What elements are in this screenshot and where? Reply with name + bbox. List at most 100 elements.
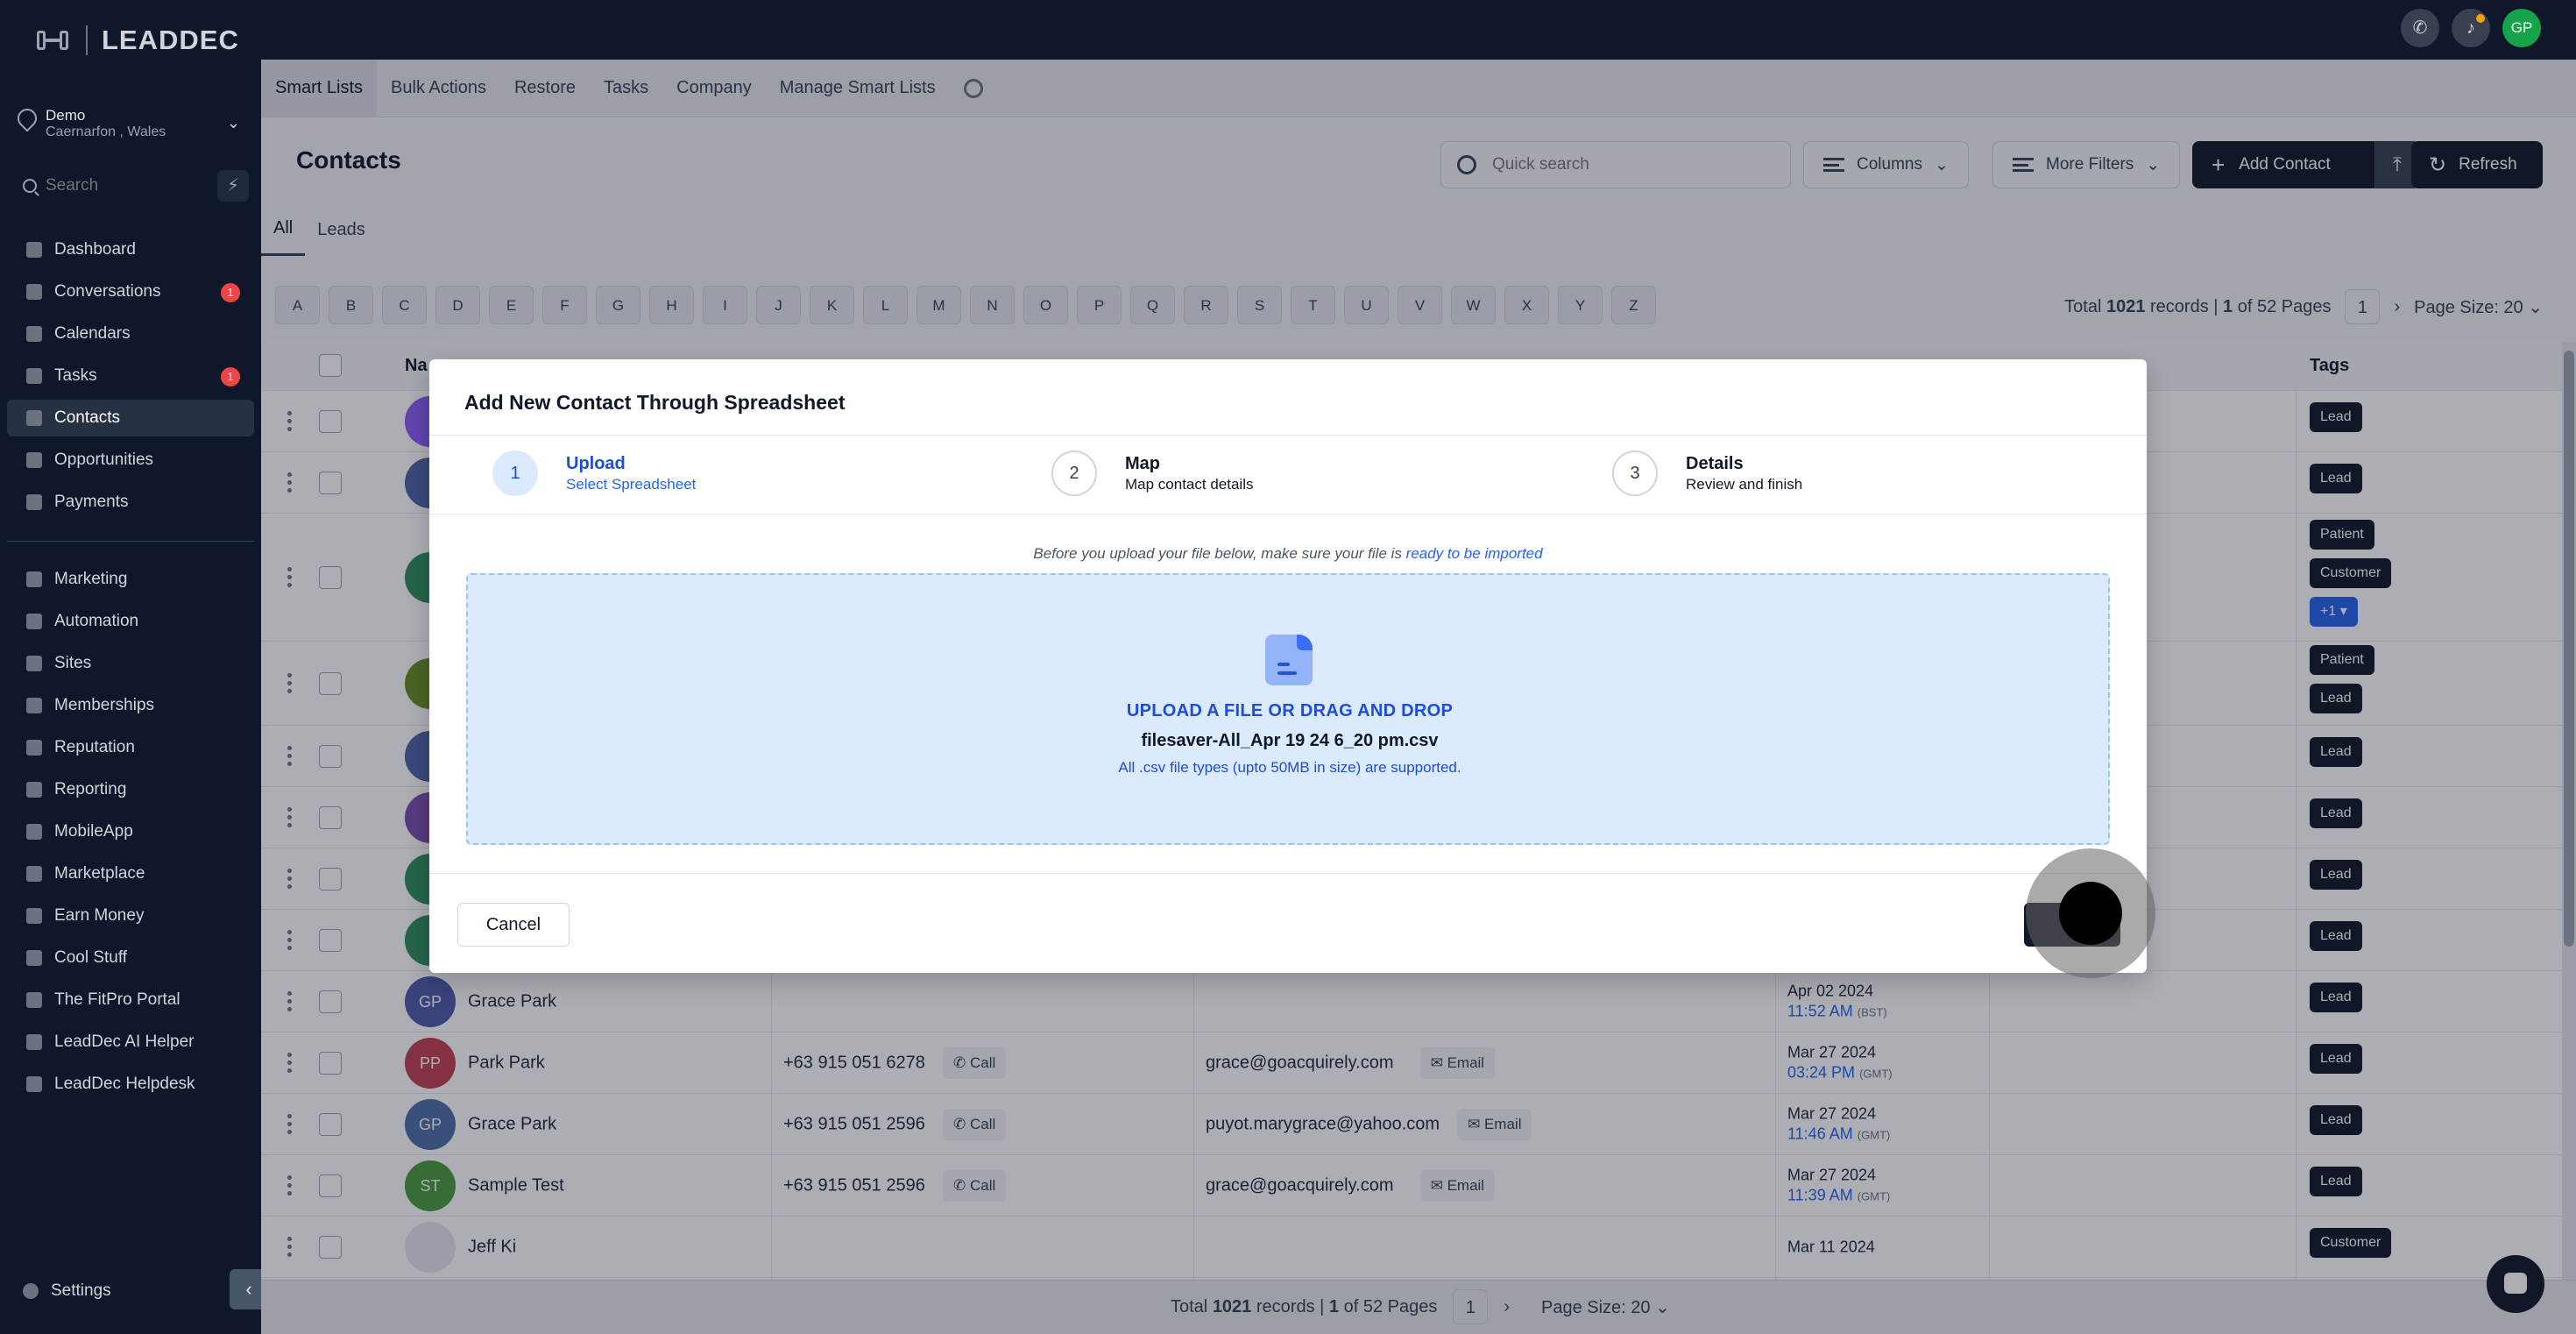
sidebar-item-payments[interactable]: Payments: [7, 484, 254, 521]
sidebar-search-input[interactable]: [46, 176, 212, 195]
step-title: Map: [1125, 453, 1160, 473]
phone-icon[interactable]: ✆: [2401, 9, 2439, 47]
step-upload[interactable]: 1 Upload Select Spreadsheet: [492, 451, 696, 496]
sidebar-nav-primary: Dashboard Conversations 1 Calendars Tasks 1 Co…: [7, 231, 254, 526]
sidebar-item-label: Reporting: [54, 780, 127, 798]
step-title: Upload: [566, 453, 626, 473]
gear-icon: [23, 1283, 39, 1299]
sidebar-item-label: Conversations: [54, 282, 161, 301]
modal-divider: [429, 873, 2147, 874]
count-badge: 1: [221, 367, 240, 387]
modal-divider: [429, 435, 2147, 436]
nav-icon: [26, 740, 42, 756]
sidebar-item-reporting[interactable]: Reporting: [7, 771, 254, 808]
nav-icon: [26, 326, 42, 342]
step-number: 1: [492, 451, 538, 496]
step-subtitle: Map contact details: [1125, 475, 1254, 493]
sidebar: LEADDEC Demo Caernarfon , Wales ⌄ ⚡ Dash…: [0, 0, 268, 1334]
file-dropzone[interactable]: UPLOAD A FILE OR DRAG AND DROP filesaver…: [466, 573, 2110, 845]
sidebar-item-tasks[interactable]: Tasks 1: [7, 358, 254, 394]
sidebar-item-label: Tasks: [54, 366, 97, 385]
sidebar-item-leaddec-ai-helper[interactable]: LeadDec AI Helper: [7, 1024, 254, 1061]
step-number: 3: [1612, 451, 1658, 496]
sidebar-item-label: Opportunities: [54, 451, 154, 469]
logo-divider: [86, 25, 88, 55]
location-sub: Caernarfon , Wales: [46, 124, 166, 139]
sidebar-item-conversations[interactable]: Conversations 1: [7, 273, 254, 310]
nav-icon: [26, 1034, 42, 1050]
user-avatar[interactable]: GP: [2502, 9, 2541, 47]
nav-icon: [26, 698, 42, 713]
sidebar-nav-secondary: Marketing Automation Sites Memberships Reput…: [7, 561, 254, 1108]
step-title: Details: [1686, 453, 1744, 473]
sidebar-item-label: Memberships: [54, 696, 155, 714]
sidebar-item-calendars[interactable]: Calendars: [7, 316, 254, 352]
sidebar-item-label: Cool Stuff: [54, 948, 128, 967]
sidebar-divider: [7, 541, 254, 542]
nav-icon: [26, 950, 42, 966]
brand-logo[interactable]: LEADDEC: [37, 23, 239, 58]
sidebar-item-label: Marketing: [54, 570, 128, 588]
bell-icon[interactable]: ♪: [2452, 9, 2490, 47]
sidebar-item-label: The FitPro Portal: [54, 990, 180, 1009]
sidebar-item-reputation[interactable]: Reputation: [7, 729, 254, 766]
sidebar-item-marketplace[interactable]: Marketplace: [7, 855, 254, 892]
dumbbell-icon: [37, 27, 72, 53]
sidebar-item-mobileapp[interactable]: MobileApp: [7, 813, 254, 850]
sidebar-item-label: Payments: [54, 493, 129, 511]
ready-to-import-link[interactable]: ready to be imported: [1406, 545, 1543, 562]
sidebar-item-the-fitpro-portal[interactable]: The FitPro Portal: [7, 982, 254, 1018]
sidebar-item-marketing[interactable]: Marketing: [7, 561, 254, 598]
step-subtitle: Select Spreadsheet: [566, 475, 697, 493]
nav-icon: [26, 614, 42, 629]
location-name: Demo: [46, 107, 86, 124]
cursor-dot: [2059, 882, 2122, 945]
nav-icon: [26, 656, 42, 671]
sidebar-item-leaddec-helpdesk[interactable]: LeadDec Helpdesk: [7, 1066, 254, 1103]
sidebar-item-automation[interactable]: Automation: [7, 603, 254, 640]
notification-dot: [2476, 14, 2485, 23]
sidebar-item-opportunities[interactable]: Opportunities: [7, 442, 254, 479]
upload-hint: All .csv file types (upto 50MB in size) …: [1118, 759, 1461, 776]
step-number: 2: [1051, 451, 1097, 496]
chevron-down-icon: ⌄: [226, 114, 240, 131]
sidebar-item-earn-money[interactable]: Earn Money: [7, 898, 254, 934]
nav-icon: [26, 368, 42, 384]
top-bar: ✆ ♪ GP: [261, 0, 2576, 60]
nav-icon: [26, 824, 42, 840]
location-pin-icon: [13, 104, 41, 132]
nav-icon: [26, 866, 42, 882]
nav-icon: [26, 992, 42, 1008]
sidebar-item-cool-stuff[interactable]: Cool Stuff: [7, 940, 254, 976]
nav-icon: [26, 410, 42, 426]
nav-icon: [26, 452, 42, 468]
sidebar-item-memberships[interactable]: Memberships: [7, 687, 254, 724]
sidebar-search[interactable]: ⚡: [12, 170, 249, 202]
sidebar-item-sites[interactable]: Sites: [7, 645, 254, 682]
import-spreadsheet-modal: Add New Contact Through Spreadsheet 1 Up…: [429, 359, 2147, 973]
modal-title: Add New Contact Through Spreadsheet: [464, 391, 846, 414]
file-icon: [1265, 635, 1313, 685]
sidebar-item-label: Contacts: [54, 408, 120, 427]
step-map[interactable]: 2 Map Map contact details: [1051, 451, 1253, 496]
sidebar-item-label: LeadDec AI Helper: [54, 1032, 195, 1051]
step-subtitle: Review and finish: [1686, 475, 1803, 493]
nav-icon: [26, 242, 42, 258]
location-switcher[interactable]: Demo Caernarfon , Wales ⌄: [13, 103, 245, 144]
settings-label: Settings: [51, 1281, 111, 1300]
search-icon: [23, 179, 37, 193]
nav-icon: [26, 782, 42, 798]
nav-icon: [26, 1076, 42, 1092]
sidebar-item-settings[interactable]: Settings: [23, 1281, 111, 1301]
sidebar-item-label: Calendars: [54, 324, 131, 343]
cancel-button[interactable]: Cancel: [457, 903, 570, 947]
brand-name: LEADDEC: [102, 25, 239, 55]
sidebar-item-dashboard[interactable]: Dashboard: [7, 231, 254, 268]
sidebar-item-contacts[interactable]: Contacts: [7, 400, 254, 436]
sidebar-item-label: Automation: [54, 612, 139, 630]
step-details[interactable]: 3 Details Review and finish: [1612, 451, 1802, 496]
upload-title[interactable]: UPLOAD A FILE OR DRAG AND DROP: [468, 701, 2112, 721]
upload-notice: Before you upload your file below, make …: [1033, 545, 1543, 562]
lightning-icon[interactable]: ⚡: [217, 170, 249, 202]
count-badge: 1: [221, 283, 240, 302]
